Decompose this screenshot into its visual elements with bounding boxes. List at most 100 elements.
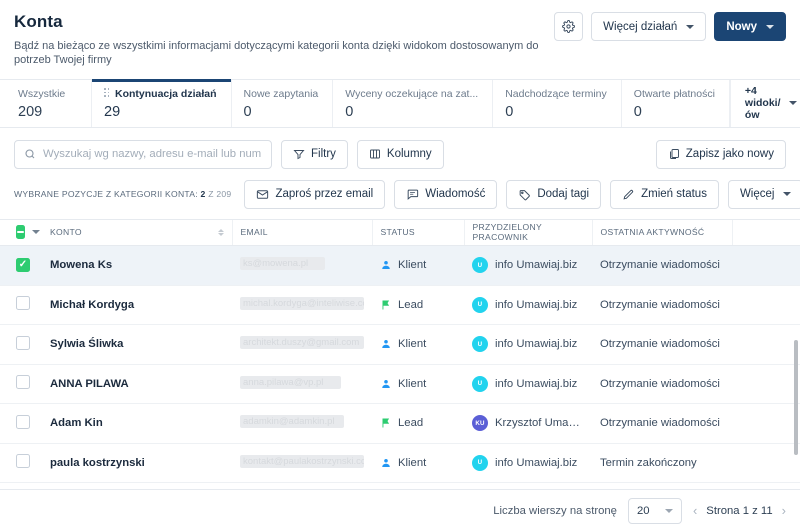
tab-wyceny-oczekujace[interactable]: Wyceny oczekujące na zat... 0: [333, 79, 494, 127]
row-checkbox[interactable]: [16, 454, 30, 469]
header-select-all-cell: [0, 219, 42, 247]
accounts-page: Konta Bądź na bieżąco ze wszystkimi info…: [0, 0, 800, 531]
tab-count: 0: [243, 103, 252, 120]
cell-filler: [732, 443, 800, 484]
rows-per-page-select[interactable]: 20: [627, 497, 682, 524]
table-footer: Liczba wierszy na stronę 20 ‹ Strona 1 z…: [0, 489, 800, 531]
cell-email: ks@mowena.pl: [232, 245, 372, 286]
worker-name: info Umawiaj.biz: [495, 377, 578, 390]
more-actions-button[interactable]: Więcej działań: [591, 12, 707, 41]
header-konto-label: KONTO: [50, 227, 82, 238]
email-redacted: anna.pilawa@vp.pl: [240, 375, 341, 389]
tab-label: Wyceny oczekujące na zat...: [345, 87, 479, 100]
last-activity: Otrzymanie wiadomości: [600, 298, 720, 311]
change-status-button[interactable]: Zmień status: [610, 179, 719, 209]
save-as-new-button[interactable]: Zapisz jako nowy: [655, 139, 786, 169]
row-select-cell: [0, 482, 42, 489]
row-checkbox[interactable]: [16, 296, 30, 311]
cell-pracownik: Uinfo Umawiaj.biz: [464, 364, 592, 405]
select-all-checkbox[interactable]: [16, 225, 25, 240]
header-konto[interactable]: KONTO: [42, 219, 233, 247]
table-header-row: KONTO EMAIL STATUS PRZYDZIELONY PRACOWNI…: [0, 219, 800, 247]
cell-status: Lead: [372, 285, 464, 326]
tab-nadchodzace-terminy[interactable]: Nadchodzące terminy 0: [493, 79, 622, 127]
table-row[interactable]: paula kostrzynski kontakt@paulakostrzynsk…: [0, 443, 800, 484]
cell-pracownik: Uinfo Umawiaj.biz: [464, 324, 592, 365]
drag-handle-icon[interactable]: [104, 88, 110, 99]
table-row[interactable]: Adam Kin adamkin@adamkin.pl Lead KU Krzyszto…: [0, 403, 800, 444]
cell-status: Klient: [372, 245, 464, 286]
prev-page-button[interactable]: ‹: [693, 504, 697, 517]
search-box[interactable]: [14, 139, 272, 169]
next-page-button[interactable]: ›: [782, 504, 786, 517]
row-checkbox[interactable]: [16, 414, 30, 429]
row-select-cell: [0, 403, 42, 444]
status-label: Klient: [398, 259, 427, 272]
header-pracownik[interactable]: PRZYDZIELONY PRACOWNIK: [464, 219, 593, 247]
tab-label: Nadchodzące terminy: [505, 87, 607, 100]
filters-button[interactable]: Filtry: [281, 139, 348, 169]
cell-status: Klient: [372, 324, 464, 365]
tab-nowe-zapytania[interactable]: Nowe zapytania 0: [231, 79, 334, 127]
header-email[interactable]: EMAIL: [232, 219, 373, 247]
view-tabs: Wszystkie 209 Kontynuacja działań 29 Now…: [0, 78, 800, 128]
header-aktywnosc[interactable]: OSTATNIA AKTYWNOŚĆ: [592, 219, 733, 247]
table-row[interactable]: Sylwia Śliwka architekt.duszy@gmail.com Kl…: [0, 324, 800, 365]
more-views-button[interactable]: +4 widoki/ów: [729, 79, 800, 127]
columns-button[interactable]: Kolumny: [356, 139, 444, 169]
cell-status: Lead: [372, 403, 464, 444]
message-button[interactable]: Wiadomość: [394, 179, 498, 209]
cell-pracownik: Uinfo Umawiaj.biz: [464, 443, 592, 484]
page-title: Konta: [14, 12, 63, 31]
cell-aktywnosc: Otrzymanie wiadomości: [592, 403, 732, 444]
row-select-cell: [0, 245, 42, 286]
table-row[interactable]: Mowena Ks ks@mowena.pl Klient Uinfo Umawiaj…: [0, 245, 800, 286]
cell-filler: [732, 285, 800, 326]
settings-button[interactable]: [554, 12, 584, 41]
invite-by-email-button[interactable]: Zaproś przez email: [244, 179, 386, 209]
selection-action-bar: WYBRANE POZYCJE Z KATEGORII KONTA: 2 Z 2…: [0, 169, 800, 219]
page-subtitle: Bądź na bieżąco ze wszystkimi informacja…: [14, 40, 539, 67]
chevron-down-icon: [788, 101, 797, 106]
chevron-down-icon: [686, 24, 695, 29]
row-select-cell: [0, 443, 42, 484]
tab-wszystkie[interactable]: Wszystkie 209: [0, 79, 92, 127]
search-input[interactable]: [43, 148, 262, 161]
tab-label: Nowe zapytania: [243, 87, 319, 100]
select-all-dropdown-icon[interactable]: [32, 230, 40, 235]
tab-count: 0: [505, 103, 514, 120]
table-body: Mowena Ks ks@mowena.pl Klient Uinfo Umawiaj…: [0, 245, 800, 489]
row-checkbox[interactable]: [16, 335, 30, 350]
table-row[interactable]: ANNA PILAWA anna.pilawa@vp.pl Klient Uinfo …: [0, 364, 800, 405]
more-actions-selection-button[interactable]: Więcej: [727, 179, 800, 209]
new-button[interactable]: Nowy: [714, 12, 786, 41]
add-tags-button[interactable]: Dodaj tagi: [506, 179, 602, 209]
cell-filler: [732, 482, 800, 489]
message-label: Wiadomość: [425, 188, 486, 201]
tab-count: 0: [345, 103, 354, 120]
sort-icon[interactable]: [217, 228, 224, 236]
cell-konto: paula kostrzynski: [42, 443, 232, 484]
status-label: Klient: [398, 377, 427, 390]
tab-otwarte-platnosci[interactable]: Otwarte płatności 0: [621, 79, 730, 127]
filter-icon: [293, 148, 305, 160]
header-status[interactable]: STATUS: [372, 219, 465, 247]
row-checkbox[interactable]: [16, 258, 30, 273]
account-name: ANNA PILAWA: [50, 377, 129, 390]
tab-kontynuacja-dzialan[interactable]: Kontynuacja działań 29: [92, 78, 232, 127]
worker-name: info Umawiaj.biz: [495, 456, 578, 469]
row-checkbox[interactable]: [16, 375, 30, 390]
tab-count: 209: [18, 103, 43, 120]
flag-icon: [380, 417, 392, 429]
cell-pracownik: KUKrzysztof Umawia...: [464, 482, 592, 489]
copy-icon: [668, 148, 680, 160]
invite-by-email-label: Zaproś przez email: [275, 188, 374, 201]
table-scrollbar[interactable]: [794, 339, 798, 455]
table-row[interactable]: Michał Kordyga michal.kordyga@inteliwise.…: [0, 285, 800, 326]
header-email-label: EMAIL: [240, 227, 268, 238]
last-activity: Otrzymanie wiadomości: [600, 338, 720, 351]
account-name: Adam Kin: [50, 417, 103, 430]
cell-aktywnosc: Termin zakończony: [592, 443, 732, 484]
table-row[interactable]: paula kostrzyńskikontakt@paulakostrzynsk…: [0, 482, 800, 489]
header-filler: [732, 219, 800, 247]
